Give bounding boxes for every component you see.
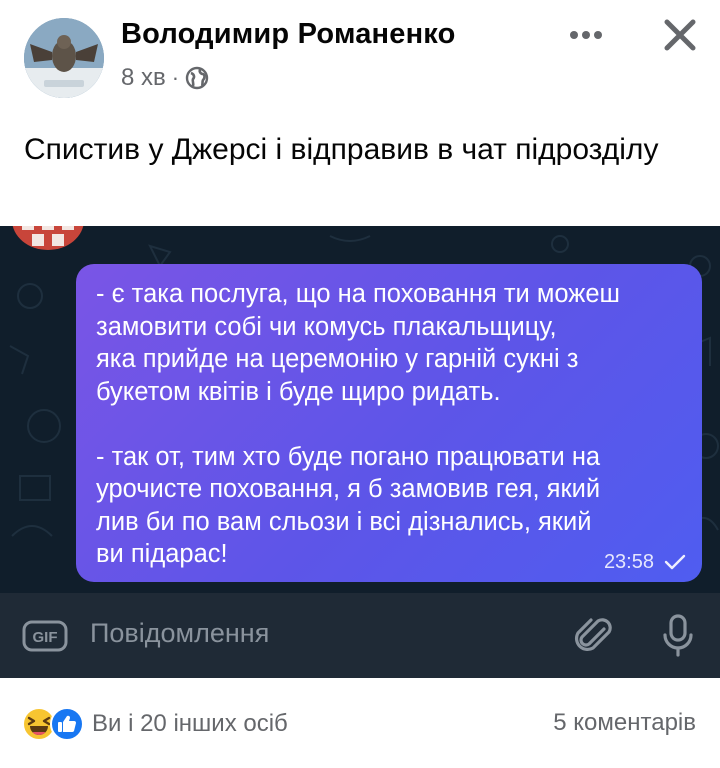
gif-label: GIF — [33, 629, 58, 646]
post-meta: 8 хв · — [121, 64, 209, 92]
close-icon[interactable] — [657, 12, 703, 58]
meta-separator: · — [171, 65, 180, 90]
reactions-text[interactable]: Ви і 20 інших осіб — [92, 710, 288, 738]
microphone-icon[interactable] — [660, 613, 696, 659]
post-image[interactable]: - є така послуга, що на поховання ти мож… — [0, 226, 720, 678]
chat-input-bar: GIF Повідомлення — [0, 593, 720, 678]
globe-icon — [185, 66, 209, 90]
post-text: Спистив у Джерсі і відправив в чат підро… — [24, 133, 659, 166]
author-avatar[interactable] — [24, 18, 104, 98]
divider — [0, 678, 720, 679]
message-bubble: - є така послуга, що на поховання ти мож… — [76, 264, 702, 582]
chat-background: - є така послуга, що на поховання ти мож… — [0, 226, 720, 593]
gif-icon[interactable]: GIF — [22, 620, 68, 652]
message-text: - є така послуга, що на поховання ти мож… — [96, 280, 620, 568]
more-options-button[interactable] — [566, 20, 606, 50]
post-time[interactable]: 8 хв — [121, 64, 166, 92]
post-header: Володимир Романенко 8 хв · — [0, 0, 720, 110]
comments-count[interactable]: 5 коментарів — [553, 709, 696, 737]
message-time: 23:58 — [603, 551, 654, 573]
message-input[interactable]: Повідомлення — [90, 618, 269, 649]
check-icon — [664, 554, 686, 570]
like-icon — [50, 707, 84, 741]
reactions-summary[interactable]: Ви і 20 інших осіб — [22, 702, 288, 746]
author-name[interactable]: Володимир Романенко — [121, 18, 456, 51]
paperclip-icon[interactable] — [574, 615, 614, 657]
